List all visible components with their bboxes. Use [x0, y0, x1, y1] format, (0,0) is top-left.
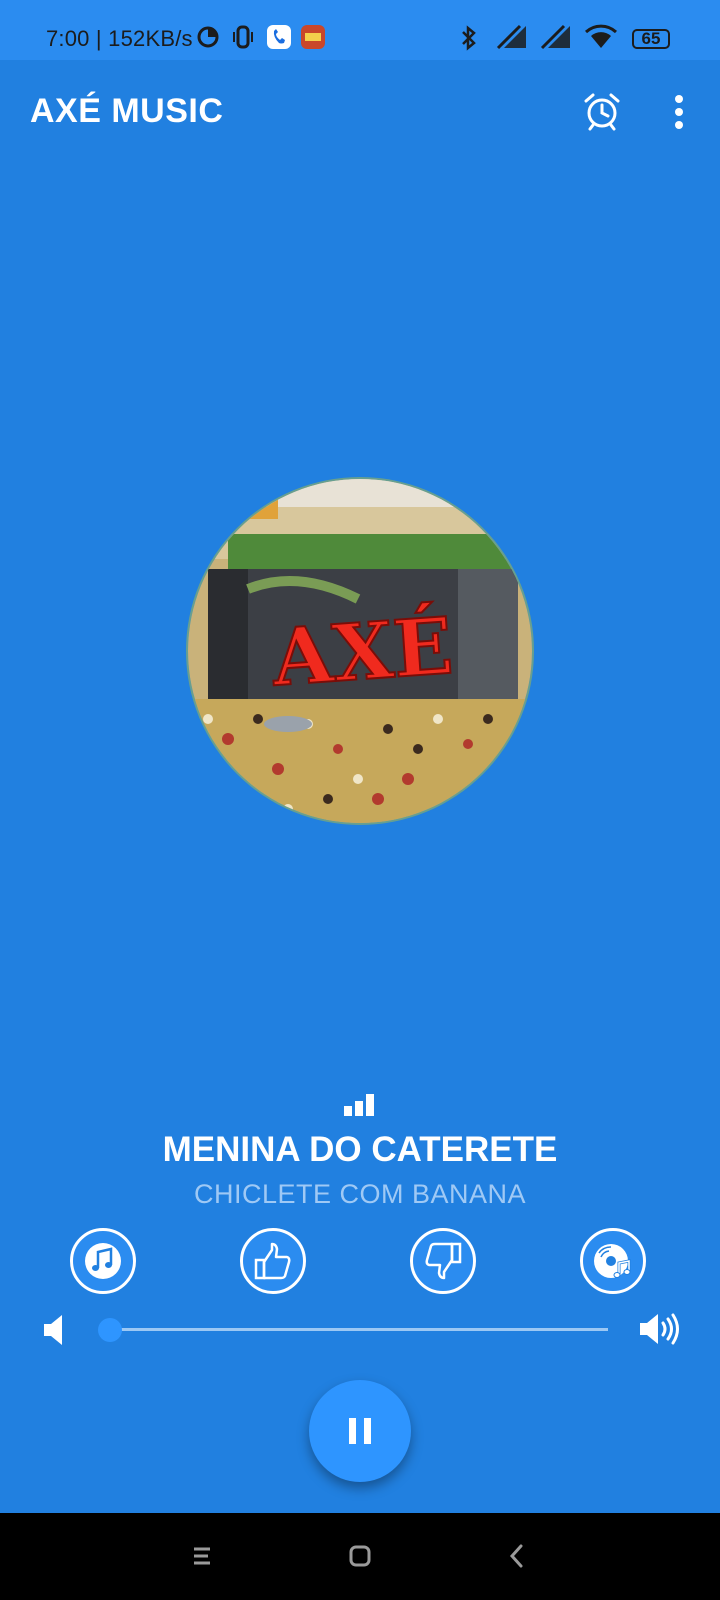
signal-2-icon — [540, 24, 570, 50]
battery-level: 65 — [641, 29, 661, 48]
thumbs-down-icon — [425, 1242, 462, 1280]
volume-low-icon[interactable] — [42, 1313, 66, 1347]
phone-app-icon — [267, 25, 291, 49]
play-pause-button[interactable] — [309, 1380, 411, 1482]
app-title: AXÉ MUSIC — [30, 92, 224, 130]
status-bar: 7:00 | 152KB/s 65 — [0, 0, 720, 60]
more-vertical-icon — [675, 95, 683, 129]
track-title: MENINA DO CATERETE — [162, 1130, 558, 1169]
album-art-image: AXÉ — [188, 479, 532, 823]
status-time-speed: 7:00 | 152KB/s — [46, 26, 193, 51]
alarm-icon — [584, 93, 620, 131]
battery-icon: 65 — [632, 29, 670, 49]
disc-button[interactable] — [580, 1228, 646, 1294]
recents-icon — [194, 1547, 210, 1565]
data-saver-icon — [197, 26, 219, 48]
signal-1-icon — [496, 24, 526, 50]
volume-slider-thumb[interactable] — [98, 1318, 122, 1342]
alarm-button[interactable] — [582, 91, 622, 131]
wifi-icon — [584, 24, 618, 48]
pause-icon — [349, 1418, 371, 1444]
disc-music-icon — [594, 1244, 631, 1278]
music-note-icon — [85, 1243, 121, 1279]
like-button[interactable] — [240, 1228, 306, 1294]
music-button[interactable] — [70, 1228, 136, 1294]
back-button[interactable] — [502, 1541, 532, 1571]
volume-high-icon[interactable] — [638, 1310, 682, 1348]
album-art: AXÉ — [188, 479, 532, 823]
vibrate-icon — [233, 25, 253, 49]
home-button[interactable] — [345, 1541, 375, 1571]
system-nav-bar — [0, 1513, 720, 1600]
equalizer-bars-icon — [344, 1094, 374, 1116]
radio-app-icon — [301, 25, 325, 49]
recents-button[interactable] — [188, 1541, 218, 1571]
back-icon — [509, 1544, 523, 1568]
dislike-button[interactable] — [410, 1228, 476, 1294]
bluetooth-icon — [462, 25, 476, 51]
more-options-button[interactable] — [664, 92, 694, 132]
app-screen: 7:00 | 152KB/s 65 AXÉ MUSIC AXÉ MENINA D… — [0, 0, 720, 1600]
volume-slider-track[interactable] — [110, 1328, 608, 1331]
thumbs-up-icon — [254, 1242, 291, 1280]
home-icon — [349, 1545, 371, 1567]
album-logo-text: AXÉ — [268, 600, 455, 704]
track-artist: CHICLETE COM BANANA — [193, 1179, 527, 1209]
